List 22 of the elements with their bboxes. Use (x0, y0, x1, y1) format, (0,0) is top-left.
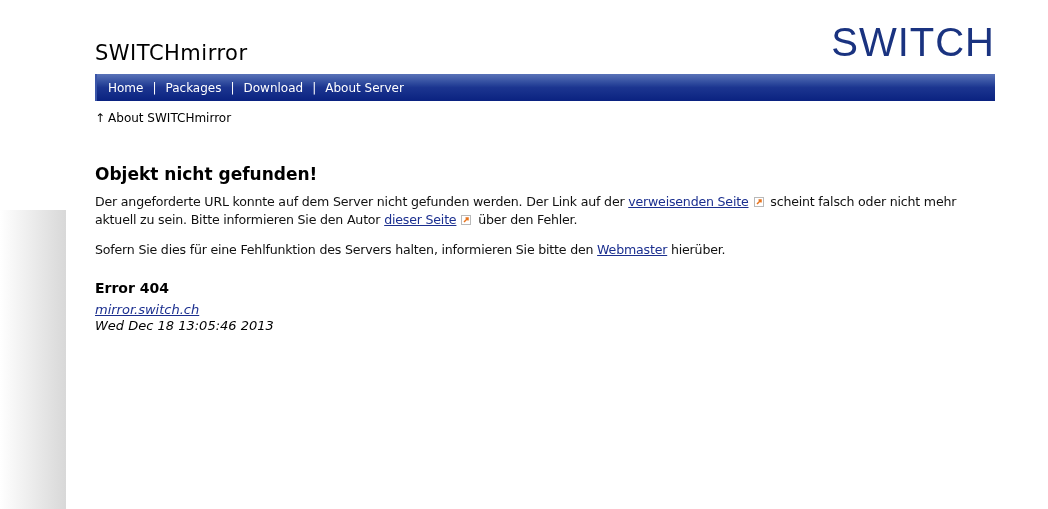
link[interactable]: dieser Seite (384, 212, 457, 227)
error-title: Error 404 (95, 279, 170, 297)
nav-link[interactable]: Home (108, 78, 144, 97)
error-date: Wed Dec 18 13:05:46 2013 (95, 318, 275, 334)
site-title: SWITCHmirror (95, 41, 248, 65)
nav-link[interactable]: Download (243, 78, 304, 97)
nav-separator: | (152, 79, 157, 97)
nav-link[interactable]: About Server (325, 78, 404, 97)
paragraph: Der angeforderte URL konnte auf dem Server nicht gefunden werden. Der Link auf der verweisenden Seite scheint falsch oder nicht mehr aktuell zu sein. Bitte informieren Sie den Autor dieser Seite über den Fehler. (95, 193, 958, 229)
page-heading: Objekt nicht gefunden! (95, 163, 319, 185)
external-link-icon (753, 197, 764, 207)
nav-separator: | (230, 79, 235, 97)
logo: SWITCH (831, 22, 995, 62)
external-link-icon (461, 215, 472, 225)
nav-link[interactable]: Packages (165, 78, 222, 97)
host-link[interactable]: mirror.switch.ch (95, 302, 200, 318)
paragraph: Sofern Sie dies für eine Fehlfunktion des Servers halten, informieren Sie bitte den Webmaster hierüber. (95, 241, 727, 259)
up-arrow: ↑ (95, 110, 106, 127)
link[interactable]: Webmaster (597, 242, 668, 257)
nav-separator: | (312, 79, 317, 97)
breadcrumb-link[interactable]: About SWITCHmirror (108, 109, 232, 127)
link[interactable]: verweisenden Seite (628, 194, 749, 209)
